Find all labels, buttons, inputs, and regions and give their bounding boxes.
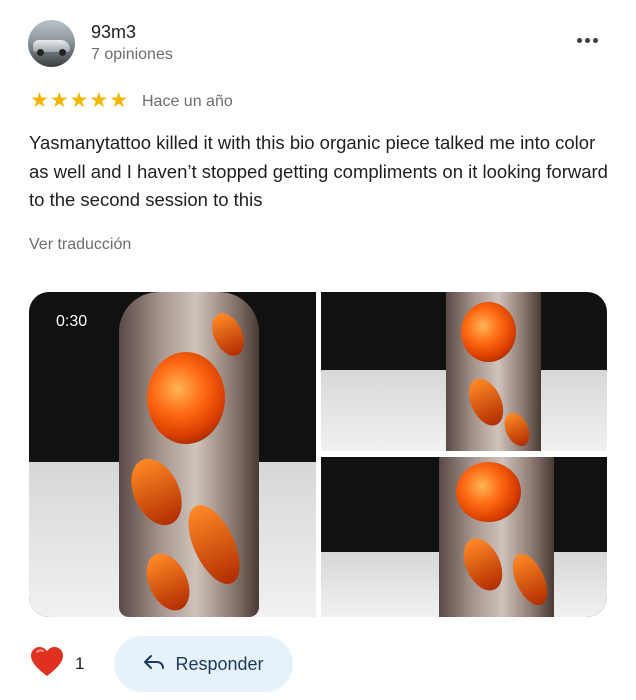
avatar-wheel xyxy=(37,49,44,56)
author-name[interactable]: 93m3 xyxy=(91,22,136,43)
review-video[interactable] xyxy=(29,292,316,617)
translate-link[interactable]: Ver traducción xyxy=(29,236,131,254)
star-icon: ★ xyxy=(49,89,69,112)
tattoo-orange-shape xyxy=(147,352,225,444)
like-count: 1 xyxy=(75,654,85,673)
star-icon: ★ xyxy=(109,89,129,112)
avatar[interactable] xyxy=(28,20,75,67)
tattoo-orange-shape xyxy=(461,302,516,362)
reply-arrow-icon xyxy=(143,654,165,675)
star-icon: ★ xyxy=(69,89,89,112)
video-duration: 0:30 xyxy=(56,313,88,330)
star-icon: ★ xyxy=(89,89,109,112)
review-photo[interactable] xyxy=(321,292,607,451)
heart-icon[interactable] xyxy=(30,646,64,683)
review-time: Hace un año xyxy=(142,93,233,110)
review-photo[interactable] xyxy=(321,457,607,617)
tattoo-orange-shape xyxy=(456,462,521,522)
avatar-wheel xyxy=(59,49,66,56)
reply-button[interactable]: Responder xyxy=(114,636,293,692)
more-options-icon[interactable] xyxy=(577,38,598,43)
star-icon: ★ xyxy=(30,89,49,112)
rating-stars: ★ ★ ★ ★ ★ xyxy=(30,90,128,112)
reply-label: Responder xyxy=(175,653,264,674)
review-text: Yasmanytattoo killed it with this bio or… xyxy=(29,132,608,210)
author-review-count: 7 opiniones xyxy=(91,46,173,63)
